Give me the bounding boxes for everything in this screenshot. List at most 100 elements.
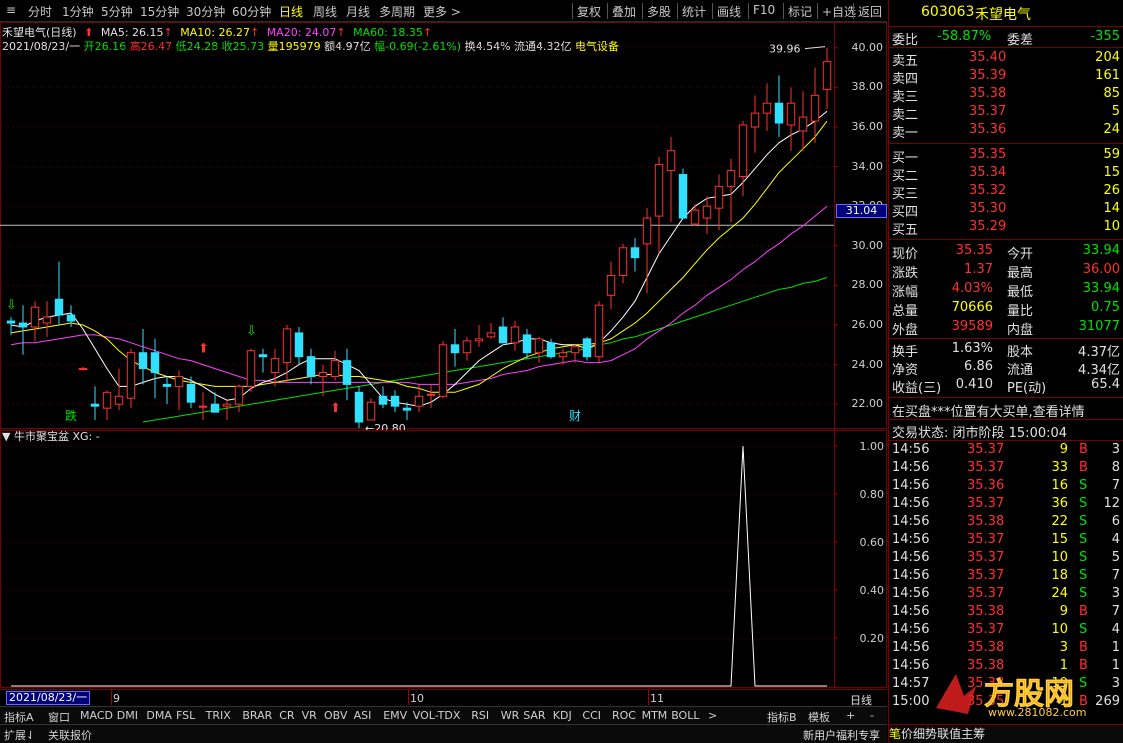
indicator-tab-15[interactable]: WR <box>501 709 520 722</box>
indicator-tab-8[interactable]: CR <box>279 709 294 722</box>
buy-volume[interactable]: 59 <box>1103 147 1120 162</box>
big-order-notice[interactable]: 在买盘***位置有大买单,查看详情 <box>892 401 1085 420</box>
buy-volume[interactable]: 10 <box>1103 219 1120 234</box>
indicator-tab-22[interactable]: > <box>708 709 717 722</box>
period-tab-9[interactable]: 多周期 <box>379 3 415 20</box>
period-tab-1[interactable]: 1分钟 <box>62 3 94 20</box>
indicator-tab-20[interactable]: MTM <box>642 709 668 722</box>
related-quote-button[interactable]: 关联报价 <box>48 727 92 743</box>
panel-tab-7[interactable]: 筹 <box>973 727 985 741</box>
buy-volume[interactable]: 14 <box>1103 201 1120 216</box>
price-tick-label: 34.00 <box>851 159 884 173</box>
tool-button-5[interactable]: F10 <box>753 3 775 17</box>
sell-volume[interactable]: 204 <box>1095 50 1120 65</box>
stock-code: 603063 <box>921 4 975 20</box>
webi-row: 委比 -58.87% 委差 -355 <box>889 28 1123 48</box>
tick-time: 14:56 <box>892 442 930 457</box>
buy-volume[interactable]: 15 <box>1103 165 1120 180</box>
indicator-tab-21[interactable]: BOLL <box>671 709 699 722</box>
period-tab-5[interactable]: 60分钟 <box>232 3 271 20</box>
panel-tab-5[interactable]: 值 <box>949 727 961 741</box>
indicator-tab-16[interactable]: SAR <box>523 709 545 722</box>
candle-body <box>654 164 664 217</box>
indicator-tab-10[interactable]: OBV <box>324 709 347 722</box>
candle-body <box>426 393 436 396</box>
indicator-right-2[interactable]: + <box>846 709 855 722</box>
tool-button-4[interactable]: 画线 <box>717 3 741 20</box>
indicator-tab-5[interactable]: FSL <box>176 709 195 722</box>
tool-button-3[interactable]: 统计 <box>682 3 706 20</box>
panel-tab-1[interactable]: 价 <box>901 727 913 741</box>
indicator-tab-7[interactable]: BRAR <box>242 709 272 722</box>
new-user-benefit-link[interactable]: 新用户福利专享 <box>803 727 880 743</box>
indicator-tab-3[interactable]: DMI <box>117 709 138 722</box>
menu-icon[interactable]: ≡ <box>6 3 16 17</box>
toolbar-separator <box>642 3 643 19</box>
sell-volume[interactable]: 85 <box>1103 86 1120 101</box>
period-tab-0[interactable]: 分时 <box>28 3 52 20</box>
indicator-tab-14[interactable]: RSI <box>471 709 489 722</box>
stat-label: PE(动) <box>1007 381 1047 396</box>
webi-label: 委比 <box>892 33 919 48</box>
sell-price: 35.36 <box>969 122 1007 137</box>
indicator-tab-2[interactable]: MACD <box>80 709 113 722</box>
panel-tab-6[interactable]: 主 <box>961 727 973 741</box>
panel-tab-4[interactable]: 联 <box>937 727 949 741</box>
period-tab-7[interactable]: 周线 <box>313 3 337 20</box>
toolbar-separator <box>748 3 749 19</box>
tick-time: 14:56 <box>892 658 930 673</box>
trade-status: 交易状态: 闭市阶段 15:00:04 <box>892 426 1068 441</box>
tick-count: 1 <box>1111 640 1120 655</box>
period-tab-6[interactable]: 日线 <box>279 3 303 20</box>
candle-body <box>438 344 448 397</box>
indicator-tab-18[interactable]: CCI <box>582 709 601 722</box>
candle <box>750 95 760 153</box>
tick-side: B <box>1079 460 1088 475</box>
period-tab-4[interactable]: 30分钟 <box>186 3 225 20</box>
candlestick-chart[interactable]: 39.96 ←20.80 跌 财 ⇩ ⬆ ⇩ ⬆ <box>0 22 888 430</box>
period-tab-10[interactable]: 更多 > <box>423 3 461 20</box>
indicator-tab-1[interactable]: 窗口 <box>48 709 70 725</box>
watermark-logo: 方股网 www.281082.com <box>926 668 1116 719</box>
panel-divider <box>889 26 1123 27</box>
indicator-tab-12[interactable]: EMV <box>383 709 407 722</box>
buy-level-5: 买五 35.29 10 <box>889 218 1123 238</box>
panel-tab-3[interactable]: 势 <box>925 727 937 741</box>
candle <box>534 336 544 363</box>
candle-body <box>282 328 292 364</box>
stock-name: 禾望电气 <box>975 7 1031 23</box>
candle-body <box>90 403 100 407</box>
indicator-chart[interactable]: 1.00 0.80 0.60 0.40 0.20 <box>0 430 888 688</box>
period-tab-8[interactable]: 月线 <box>346 3 370 20</box>
indicator-tab-13[interactable]: VOL-TDX <box>413 709 461 722</box>
candle <box>42 301 52 337</box>
indicator-tab-11[interactable]: ASI <box>354 709 372 722</box>
indicator-right-1[interactable]: 模板 <box>808 709 830 725</box>
indicator-tab-9[interactable]: VR <box>302 709 317 722</box>
panel-tab-0[interactable]: 笔 <box>889 727 901 741</box>
tool-button-1[interactable]: 叠加 <box>612 3 636 20</box>
sell-volume[interactable]: 24 <box>1103 122 1120 137</box>
indicator-tab-0[interactable]: 指标A <box>4 709 34 725</box>
date-tick <box>648 690 649 705</box>
sell-volume[interactable]: 161 <box>1095 68 1120 83</box>
indicator-tab-19[interactable]: ROC <box>612 709 636 722</box>
tool-button-8[interactable]: 返回 <box>858 3 882 20</box>
indicator-right-0[interactable]: 指标B <box>767 709 797 725</box>
expand-button[interactable]: 扩展⇃ <box>4 727 35 743</box>
tick-count: 3 <box>1111 442 1120 457</box>
tool-button-6[interactable]: 标记 <box>788 3 812 20</box>
sell-volume[interactable]: 5 <box>1112 104 1120 119</box>
indicator-right-3[interactable]: - <box>870 709 874 722</box>
period-tab-2[interactable]: 5分钟 <box>101 3 133 20</box>
buy-volume[interactable]: 26 <box>1103 183 1120 198</box>
period-tab-3[interactable]: 15分钟 <box>140 3 179 20</box>
tool-button-0[interactable]: 复权 <box>577 3 601 20</box>
high-annotation: 39.96 <box>769 43 801 56</box>
panel-tab-2[interactable]: 细 <box>913 727 925 741</box>
indicator-tab-6[interactable]: TRIX <box>206 709 231 722</box>
indicator-tab-17[interactable]: KDJ <box>553 709 572 722</box>
tool-button-2[interactable]: 多股 <box>647 3 671 20</box>
indicator-tab-4[interactable]: DMA <box>146 709 172 722</box>
tool-button-7[interactable]: +自选 <box>822 3 856 20</box>
